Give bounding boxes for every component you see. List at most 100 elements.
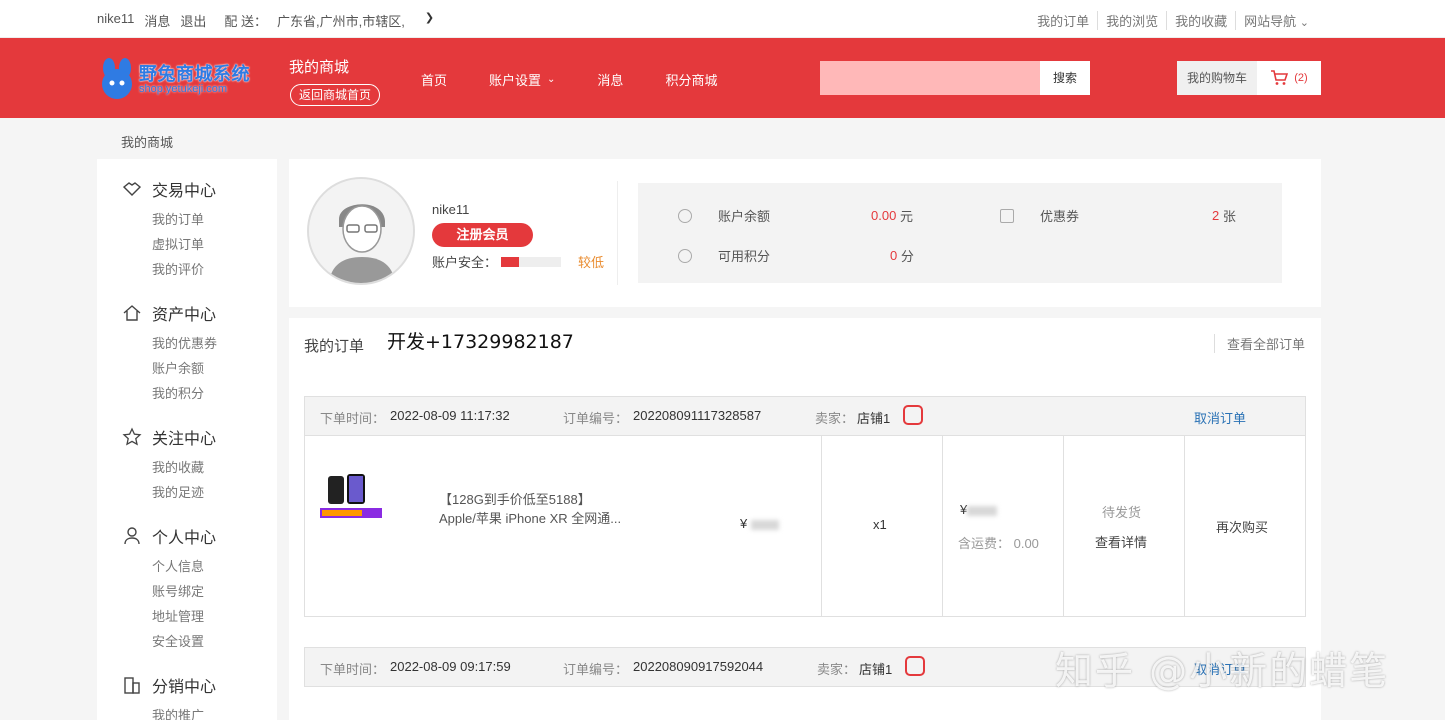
profile-panel: nike11 注册会员 账户安全： 较低 账户余额 0.00 元 优惠券 2 张… bbox=[289, 159, 1321, 307]
account-stats: 账户余额 0.00 元 优惠券 2 张 可用积分 0 分 bbox=[638, 183, 1282, 283]
sidebar-item-my-reviews[interactable]: 我的评价 bbox=[152, 257, 216, 282]
header: 野兔商城系统 shop.yetukeji.com 我的商城 返回商城首页 首页 … bbox=[0, 38, 1445, 118]
cart-button[interactable]: (2) bbox=[1257, 61, 1321, 95]
search-input[interactable] bbox=[820, 61, 1040, 95]
sidebar-item-personal-info[interactable]: 个人信息 bbox=[152, 554, 216, 579]
stat-coupon-label: 优惠券 bbox=[1040, 209, 1080, 224]
sidebar-item-account-binding[interactable]: 账号绑定 bbox=[152, 579, 216, 604]
stat-points-value: 0 分 bbox=[890, 246, 914, 265]
order-status: 待发货 bbox=[1102, 505, 1142, 520]
stat-points[interactable]: 可用积分 bbox=[678, 246, 770, 265]
sidebar-section-title: 分销中心 bbox=[122, 673, 216, 697]
cancel-order-button[interactable]: 取消订单 bbox=[1194, 408, 1246, 427]
back-home-button[interactable]: 返回商城首页 bbox=[290, 84, 381, 106]
search-button[interactable]: 搜索 bbox=[1040, 61, 1090, 95]
sidebar-section-trade: 交易中心 我的订单 虚拟订单 我的评价 bbox=[122, 177, 216, 282]
product-name[interactable]: 【128G到手价低至5188】 Apple/苹果 iPhone XR 全网通..… bbox=[439, 490, 649, 528]
sidebar-item-security[interactable]: 安全设置 bbox=[152, 629, 216, 654]
view-details-link[interactable]: 查看详情 bbox=[1095, 532, 1147, 551]
quantity: x1 bbox=[873, 517, 887, 532]
sidebar-item-my-points[interactable]: 我的积分 bbox=[152, 381, 217, 406]
ticket-icon bbox=[1000, 208, 1014, 223]
points-unit: 分 bbox=[900, 249, 914, 264]
order-number: 202208091117328587 bbox=[633, 408, 762, 423]
sidebar-item-virtual-orders[interactable]: 虚拟订单 bbox=[152, 232, 216, 257]
nav-points-mall[interactable]: 积分商城 bbox=[665, 70, 717, 89]
nav-messages[interactable]: 消息 bbox=[597, 70, 623, 89]
product-thumbnail[interactable] bbox=[320, 466, 382, 522]
stat-coupon[interactable]: 优惠券 bbox=[1000, 206, 1079, 225]
total-symbol: ¥ bbox=[960, 502, 968, 517]
stat-balance-label: 账户余额 bbox=[718, 209, 771, 224]
points-value: 0 bbox=[890, 248, 898, 263]
sidebar-section-title: 交易中心 bbox=[122, 177, 216, 201]
stat-points-label: 可用积分 bbox=[718, 249, 771, 264]
sidebar-item-address[interactable]: 地址管理 bbox=[152, 604, 216, 629]
safety-bar bbox=[501, 256, 562, 267]
seller-name[interactable]: 店铺1 bbox=[857, 408, 890, 427]
safety-label: 账户安全： bbox=[432, 255, 498, 270]
product-image bbox=[320, 466, 382, 522]
my-orders-link[interactable]: 我的订单 bbox=[1029, 11, 1097, 30]
sidebar-item-my-coupons[interactable]: 我的优惠券 bbox=[152, 331, 217, 356]
register-member-button[interactable]: 注册会员 bbox=[432, 223, 533, 247]
order-time: 2022-08-09 09:17:59 bbox=[390, 659, 511, 674]
account-safety: 账户安全： bbox=[432, 252, 562, 271]
customer-service-icon[interactable] bbox=[905, 656, 925, 676]
messages-link[interactable]: 消息 bbox=[144, 11, 170, 30]
username-link[interactable]: nike11 bbox=[97, 11, 134, 30]
order-card: 下单时间： 2022-08-09 11:17:32 订单编号： 20220809… bbox=[304, 396, 1306, 617]
buy-again-button[interactable]: 再次购买 bbox=[1216, 517, 1268, 536]
my-favorites-link[interactable]: 我的收藏 bbox=[1166, 11, 1235, 30]
cart-label[interactable]: 我的购物车 bbox=[1177, 61, 1257, 95]
order-body: 【128G到手价低至5188】 Apple/苹果 iPhone XR 全网通..… bbox=[305, 436, 1305, 616]
site-nav-link[interactable]: 网站导航 ⌄ bbox=[1235, 11, 1317, 30]
sidebar-item-footprints[interactable]: 我的足迹 bbox=[152, 480, 216, 505]
logo[interactable]: 野兔商城系统 shop.yetukeji.com bbox=[97, 58, 262, 102]
shipping-fee: 含运费： 0.00 bbox=[958, 536, 1039, 551]
logout-link[interactable]: 退出 bbox=[180, 11, 206, 30]
money-bag-icon bbox=[678, 208, 692, 223]
sidebar-item-my-promotion[interactable]: 我的推广 bbox=[152, 703, 216, 720]
balance-unit: 元 bbox=[899, 209, 913, 224]
customer-service-icon[interactable] bbox=[903, 405, 923, 425]
order-header: 下单时间： 2022-08-09 11:17:32 订单编号： 20220809… bbox=[305, 397, 1305, 436]
order-no-label: 订单编号： bbox=[563, 411, 629, 426]
avatar-illustration bbox=[309, 179, 413, 283]
chevron-down-icon[interactable]: ❯ bbox=[425, 11, 434, 30]
order-no-label: 订单编号： bbox=[563, 662, 629, 677]
avatar[interactable] bbox=[307, 177, 415, 285]
delivery-location[interactable]: 广东省,广州市,市辖区, bbox=[277, 11, 405, 30]
product-name-line1: 【128G到手价低至5188】 bbox=[439, 492, 591, 507]
stat-balance-value: 0.00 元 bbox=[871, 206, 913, 225]
seller-label: 卖家： bbox=[817, 662, 857, 677]
nav-home[interactable]: 首页 bbox=[421, 70, 447, 89]
logo-url: shop.yetukeji.com bbox=[139, 83, 228, 95]
my-browse-link[interactable]: 我的浏览 bbox=[1097, 11, 1166, 30]
price-redacted bbox=[750, 519, 779, 530]
top-bar-left: nike11 消息 退出 配 送： 广东省,广州市,市辖区, ❯ bbox=[97, 11, 434, 30]
unit-price: ¥ bbox=[740, 516, 779, 531]
view-all-orders-link[interactable]: 查看全部订单 bbox=[1213, 334, 1305, 353]
top-bar: nike11 消息 退出 配 送： 广东省,广州市,市辖区, ❯ 我的订单 我的… bbox=[0, 0, 1445, 38]
main-nav: 首页 账户设置 ⌄ 消息 积分商城 bbox=[421, 70, 759, 89]
sidebar-item-my-orders[interactable]: 我的订单 bbox=[152, 207, 216, 232]
safety-level: 较低 bbox=[578, 255, 605, 270]
house-icon bbox=[123, 305, 141, 321]
orders-title: 我的订单 bbox=[304, 338, 365, 355]
nav-account-settings[interactable]: 账户设置 ⌄ bbox=[489, 70, 555, 89]
seller-name[interactable]: 店铺1 bbox=[859, 659, 892, 678]
top-bar-links: 我的订单 我的浏览 我的收藏 网站导航 ⌄ bbox=[1029, 11, 1317, 30]
sidebar-item-balance[interactable]: 账户余额 bbox=[152, 356, 217, 381]
sidebar-item-favorites[interactable]: 我的收藏 bbox=[152, 455, 216, 480]
sidebar-section-label: 分销中心 bbox=[152, 679, 217, 696]
safety-bar-fill bbox=[501, 256, 520, 267]
sidebar-section-title: 个人中心 bbox=[122, 524, 216, 548]
sidebar-section-label: 资产中心 bbox=[152, 307, 217, 324]
stat-balance[interactable]: 账户余额 bbox=[678, 206, 770, 225]
chevron-down-icon: ⌄ bbox=[1299, 17, 1309, 29]
sidebar: 交易中心 我的订单 虚拟订单 我的评价 资产中心 我的优惠券 账户余额 我的积分… bbox=[97, 159, 277, 720]
profile-username: nike11 bbox=[432, 202, 470, 217]
order-number: 202208090917592044 bbox=[633, 659, 764, 674]
sidebar-section-title: 关注中心 bbox=[122, 425, 216, 449]
